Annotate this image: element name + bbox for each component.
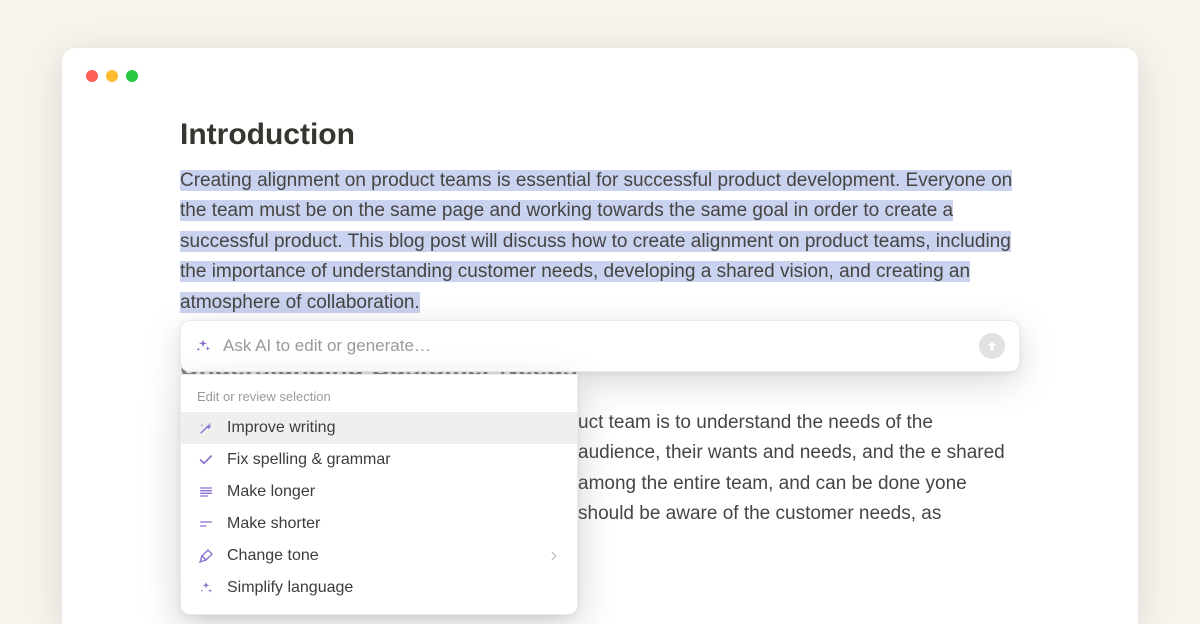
menu-item-make-shorter[interactable]: Make shorter (181, 508, 577, 540)
ai-prompt-bar[interactable] (180, 320, 1020, 372)
menu-item-fix-spelling[interactable]: Fix spelling & grammar (181, 444, 577, 476)
short-lines-icon (197, 515, 215, 533)
body-text-partial: uct team is to understand the needs of t… (578, 408, 1020, 530)
app-window: Introduction Creating alignment on produ… (62, 48, 1138, 624)
menu-item-label: Make shorter (227, 515, 320, 533)
ai-actions-menu: Edit or review selection Improve writing… (180, 374, 578, 615)
menu-item-label: Change tone (227, 547, 319, 565)
menu-item-improve-writing[interactable]: Improve writing (181, 412, 577, 444)
window-controls (86, 70, 138, 82)
menu-item-label: Improve writing (227, 419, 335, 437)
intro-paragraph[interactable]: Creating alignment on product teams is e… (180, 166, 1020, 318)
microphone-icon (197, 547, 215, 565)
sparkle-icon (195, 338, 211, 354)
sparkle-icon (197, 579, 215, 597)
menu-item-label: Simplify language (227, 579, 353, 597)
arrow-up-icon (985, 339, 999, 353)
check-icon (197, 451, 215, 469)
lines-icon (197, 483, 215, 501)
selected-text: Creating alignment on product teams is e… (180, 170, 1012, 313)
zoom-window-button[interactable] (126, 70, 138, 82)
menu-item-label: Make longer (227, 483, 315, 501)
menu-item-make-longer[interactable]: Make longer (181, 476, 577, 508)
menu-item-label: Fix spelling & grammar (227, 451, 391, 469)
minimize-window-button[interactable] (106, 70, 118, 82)
document-body: Introduction Creating alignment on produ… (180, 118, 1020, 318)
chevron-right-icon (547, 549, 561, 563)
wand-icon (197, 419, 215, 437)
page-title: Introduction (180, 118, 1020, 152)
submit-button[interactable] (979, 333, 1005, 359)
ai-prompt-input[interactable] (221, 335, 969, 357)
close-window-button[interactable] (86, 70, 98, 82)
menu-section-header: Edit or review selection (181, 383, 577, 412)
menu-item-change-tone[interactable]: Change tone (181, 540, 577, 572)
menu-item-simplify-language[interactable]: Simplify language (181, 572, 577, 604)
